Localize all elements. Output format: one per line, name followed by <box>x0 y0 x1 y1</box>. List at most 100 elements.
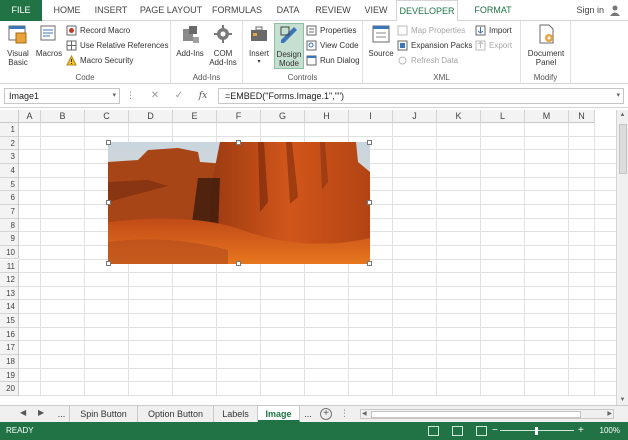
column-header-k[interactable]: K <box>437 110 481 123</box>
previous-sheet-icon[interactable]: ◀ <box>20 408 26 417</box>
macros-button[interactable]: Macros <box>34 23 64 58</box>
zoom-in-icon[interactable]: + <box>578 422 584 440</box>
tab-review[interactable]: REVIEW <box>310 0 356 21</box>
row-header-5[interactable]: 5 <box>0 177 19 192</box>
vertical-scroll-thumb[interactable] <box>619 124 627 174</box>
zoom-out-icon[interactable]: − <box>492 422 498 440</box>
column-header-l[interactable]: L <box>481 110 525 123</box>
row-header-4[interactable]: 4 <box>0 163 19 178</box>
scroll-left-icon[interactable]: ◀ <box>362 410 367 418</box>
resize-handle-top-left[interactable] <box>106 140 111 145</box>
resize-handle-top-right[interactable] <box>367 140 372 145</box>
row-header-9[interactable]: 9 <box>0 232 19 246</box>
resize-handle-left[interactable] <box>106 200 111 205</box>
row-header-16[interactable]: 16 <box>0 327 19 342</box>
column-header-e[interactable]: E <box>173 110 217 123</box>
tab-data[interactable]: DATA <box>270 0 306 21</box>
scroll-right-icon[interactable]: ▶ <box>607 410 612 418</box>
column-header-n[interactable]: N <box>569 110 595 123</box>
map-properties-button[interactable]: Map Properties <box>397 24 465 37</box>
resize-handle-bottom-left[interactable] <box>106 261 111 266</box>
row-header-1[interactable]: 1 <box>0 123 19 137</box>
tab-split-grip-icon[interactable]: ⋮ <box>340 408 349 419</box>
column-header-g[interactable]: G <box>261 110 305 123</box>
column-header-c[interactable]: C <box>85 110 129 123</box>
row-header-19[interactable]: 19 <box>0 368 19 383</box>
row-header-8[interactable]: 8 <box>0 218 19 233</box>
sheet-tabs-more-left[interactable]: ... <box>54 406 70 422</box>
properties-button[interactable]: Properties <box>306 24 356 37</box>
sheet-tab-spin-button[interactable]: Spin Button <box>70 406 138 422</box>
tab-file[interactable]: FILE <box>0 0 42 21</box>
column-header-h[interactable]: H <box>305 110 349 123</box>
record-macro-button[interactable]: Record Macro <box>66 24 130 37</box>
column-header-m[interactable]: M <box>525 110 569 123</box>
refresh-data-button[interactable]: Refresh Data <box>397 54 458 67</box>
page-break-preview-icon[interactable] <box>476 426 487 436</box>
visual-basic-button[interactable]: Visual Basic <box>4 23 32 67</box>
sheet-tab-labels[interactable]: Labels <box>214 406 258 422</box>
sheet-tab-image[interactable]: Image <box>258 406 300 422</box>
formula-input[interactable]: =EMBED("Forms.Image.1","") ▾ <box>218 88 624 104</box>
row-header-7[interactable]: 7 <box>0 204 19 219</box>
normal-view-icon[interactable] <box>428 426 439 436</box>
next-sheet-icon[interactable]: ▶ <box>38 408 44 417</box>
resize-handle-right[interactable] <box>367 200 372 205</box>
view-code-button[interactable]: View Code <box>306 39 359 52</box>
vertical-scrollbar[interactable]: ▲ ▼ <box>616 110 628 406</box>
addins-button[interactable]: Add-Ins <box>175 23 205 58</box>
scroll-up-icon[interactable]: ▲ <box>617 110 628 121</box>
select-all-corner[interactable] <box>0 110 19 123</box>
column-header-a[interactable]: A <box>19 110 41 123</box>
resize-handle-bottom[interactable] <box>236 261 241 266</box>
tab-view[interactable]: VIEW <box>360 0 392 21</box>
document-panel-button[interactable]: Document Panel <box>525 23 567 67</box>
zoom-level[interactable]: 100% <box>600 422 620 440</box>
expand-formula-bar-icon[interactable]: ▾ <box>616 89 620 103</box>
column-header-d[interactable]: D <box>129 110 173 123</box>
sheet-tab-option-button[interactable]: Option Button <box>138 406 214 422</box>
column-header-i[interactable]: I <box>349 110 393 123</box>
row-header-18[interactable]: 18 <box>0 355 19 369</box>
sheet-tabs-more-right[interactable]: ... <box>300 406 316 422</box>
source-button[interactable]: Source <box>367 23 395 58</box>
embedded-image-control[interactable] <box>108 142 370 264</box>
row-header-11[interactable]: 11 <box>0 259 19 274</box>
sign-in-link[interactable]: Sign in <box>576 0 604 21</box>
row-header-3[interactable]: 3 <box>0 150 19 164</box>
insert-function-button[interactable]: fx <box>194 88 212 104</box>
row-header-10[interactable]: 10 <box>0 245 19 260</box>
tab-formulas[interactable]: FORMULAS <box>208 0 266 21</box>
horizontal-scroll-thumb[interactable] <box>371 411 581 418</box>
use-relative-references-button[interactable]: Use Relative References <box>66 39 168 52</box>
column-header-b[interactable]: B <box>41 110 85 123</box>
column-header-j[interactable]: J <box>393 110 437 123</box>
new-sheet-button[interactable]: + <box>320 408 332 420</box>
column-header-f[interactable]: F <box>217 110 261 123</box>
row-header-13[interactable]: 13 <box>0 286 19 301</box>
name-box[interactable]: Image1 ▾ <box>4 88 120 104</box>
row-header-6[interactable]: 6 <box>0 191 19 205</box>
macro-security-button[interactable]: Macro Security <box>66 54 133 67</box>
design-mode-button[interactable]: Design Mode <box>274 23 304 69</box>
row-header-14[interactable]: 14 <box>0 300 19 315</box>
row-header-17[interactable]: 17 <box>0 341 19 356</box>
tab-format[interactable]: FORMAT <box>466 0 520 21</box>
tab-insert[interactable]: INSERT <box>90 0 132 21</box>
export-button[interactable]: Export <box>475 39 512 52</box>
name-box-dropdown-icon[interactable]: ▾ <box>112 89 116 103</box>
horizontal-scrollbar[interactable]: ◀ ▶ <box>360 409 614 419</box>
confirm-entry-icon[interactable]: ✓ <box>170 88 188 104</box>
resize-handle-top[interactable] <box>236 140 241 145</box>
tab-developer[interactable]: DEVELOPER <box>396 0 458 22</box>
row-header-2[interactable]: 2 <box>0 136 19 151</box>
resize-handle-bottom-right[interactable] <box>367 261 372 266</box>
insert-control-button[interactable]: Insert ▾ <box>246 23 272 67</box>
expansion-packs-button[interactable]: Expansion Packs <box>397 39 472 52</box>
page-layout-view-icon[interactable] <box>452 426 463 436</box>
com-addins-button[interactable]: COM Add-Ins <box>207 23 239 67</box>
zoom-slider-knob[interactable] <box>535 427 538 435</box>
row-header-12[interactable]: 12 <box>0 273 19 287</box>
row-header-15[interactable]: 15 <box>0 314 19 328</box>
tab-page-layout[interactable]: PAGE LAYOUT <box>138 0 204 21</box>
